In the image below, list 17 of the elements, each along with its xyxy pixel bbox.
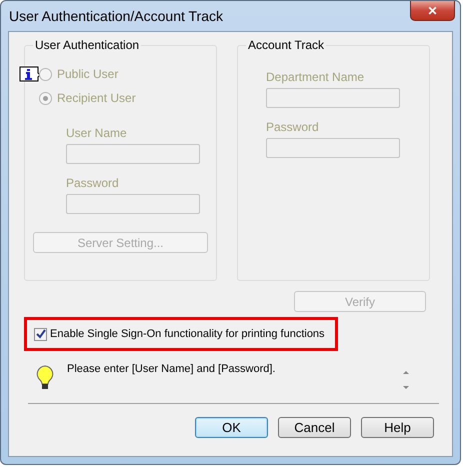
dialog-button[interactable]: Cancel xyxy=(278,417,351,438)
dialog-button[interactable]: OK xyxy=(195,417,268,438)
close-button[interactable]: ✕ xyxy=(410,1,455,21)
group-title: User Authentication xyxy=(33,38,142,52)
lightbulb-icon xyxy=(36,365,54,391)
window-title: User Authentication/Account Track xyxy=(9,8,223,24)
checkbox[interactable] xyxy=(34,328,47,340)
message-text: Please enter [User Name] and [Password]. xyxy=(67,363,276,375)
field-label: Department Name xyxy=(266,70,366,84)
radio-label: Public User xyxy=(57,67,118,81)
field-label: Password xyxy=(66,176,120,190)
group-title: Account Track xyxy=(246,38,326,52)
field-label: User Name xyxy=(66,126,128,140)
checkbox-label: Enable Single Sign-On functionality for printing functions xyxy=(50,328,325,340)
radio-label: Recipient User xyxy=(57,91,136,105)
dialog-button[interactable]: Help xyxy=(361,417,434,438)
field-label: Password xyxy=(266,120,320,134)
